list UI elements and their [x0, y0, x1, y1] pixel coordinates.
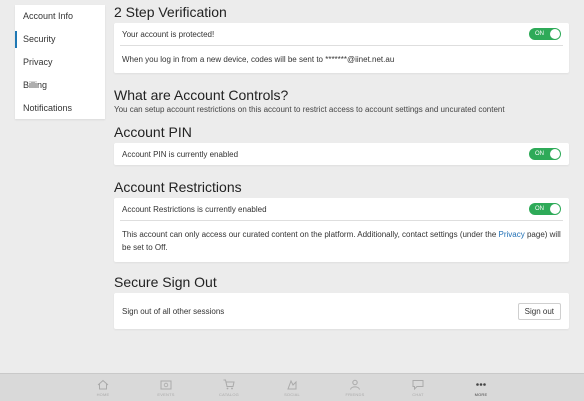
- cart-icon: [223, 379, 235, 389]
- nav-catalog[interactable]: CATALOG: [198, 374, 261, 401]
- account-restrictions-card: Account Restrictions is currently enable…: [114, 198, 569, 262]
- secure-sign-out-card: Sign out of all other sessions Sign out: [114, 293, 569, 329]
- toggle-label: ON: [535, 151, 544, 157]
- account-restrictions-toggle[interactable]: ON: [529, 203, 561, 215]
- account-controls-description: You can setup account restrictions on th…: [114, 105, 505, 114]
- account-pin-status: Account PIN is currently enabled: [122, 149, 239, 159]
- account-pin-title: Account PIN: [114, 124, 192, 140]
- nav-label: FRIENDS: [345, 391, 365, 397]
- nav-friends[interactable]: FRIENDS: [324, 374, 387, 401]
- toggle-label: ON: [535, 31, 544, 37]
- sidebar-item-security[interactable]: Security: [15, 28, 105, 51]
- secure-sign-out-title: Secure Sign Out: [114, 274, 217, 290]
- nav-social[interactable]: SOCIAL: [261, 374, 324, 401]
- two-step-toggle[interactable]: ON: [529, 28, 561, 40]
- two-step-card: Your account is protected! ON When you l…: [114, 23, 569, 73]
- sidebar-item-billing[interactable]: Billing: [15, 74, 105, 97]
- account-restrictions-info: This account can only access our curated…: [114, 221, 569, 262]
- nav-label: MORE: [474, 391, 488, 397]
- chat-icon: [412, 379, 424, 390]
- events-icon: [160, 380, 172, 389]
- more-icon: [476, 382, 486, 386]
- privacy-link[interactable]: Privacy: [499, 230, 525, 239]
- nav-events[interactable]: EVENTS: [135, 374, 198, 401]
- sidebar-item-privacy[interactable]: Privacy: [15, 51, 105, 74]
- account-controls-title: What are Account Controls?: [114, 87, 289, 103]
- bottom-nav: HOME EVENTS CATALOG SOCIAL FRIENDS CHAT …: [0, 373, 584, 401]
- security-settings-panel: 2 Step Verification Your account is prot…: [114, 0, 569, 329]
- two-step-title: 2 Step Verification: [114, 4, 227, 20]
- nav-label: SOCIAL: [284, 391, 300, 397]
- account-pin-toggle[interactable]: ON: [529, 148, 561, 160]
- sign-out-description: Sign out of all other sessions: [122, 306, 225, 316]
- two-step-status: Your account is protected!: [122, 29, 215, 39]
- home-icon: [97, 379, 109, 389]
- nav-label: EVENTS: [157, 391, 175, 397]
- nav-home[interactable]: HOME: [72, 374, 135, 401]
- nav-chat[interactable]: CHAT: [387, 374, 450, 401]
- toggle-knob: [550, 29, 560, 39]
- sign-out-button[interactable]: Sign out: [517, 302, 561, 320]
- sidebar-item-notifications[interactable]: Notifications: [15, 97, 105, 120]
- two-step-info: When you log in from a new device, codes…: [122, 55, 395, 64]
- nav-label: CHAT: [412, 391, 424, 397]
- restrictions-info-text: This account can only access our curated…: [122, 230, 499, 239]
- account-pin-card: Account PIN is currently enabled ON: [114, 143, 569, 165]
- toggle-knob: [550, 149, 560, 159]
- nav-more[interactable]: MORE: [450, 374, 513, 401]
- social-icon: [287, 379, 297, 389]
- nav-label: HOME: [96, 391, 110, 397]
- toggle-label: ON: [535, 206, 544, 212]
- nav-label: CATALOG: [219, 391, 239, 397]
- settings-sidebar: Account Info Security Privacy Billing No…: [15, 5, 105, 119]
- toggle-knob: [550, 204, 560, 214]
- sidebar-item-account-info[interactable]: Account Info: [15, 5, 105, 28]
- account-restrictions-status: Account Restrictions is currently enable…: [122, 204, 267, 214]
- friends-icon: [350, 379, 360, 390]
- account-restrictions-title: Account Restrictions: [114, 179, 242, 195]
